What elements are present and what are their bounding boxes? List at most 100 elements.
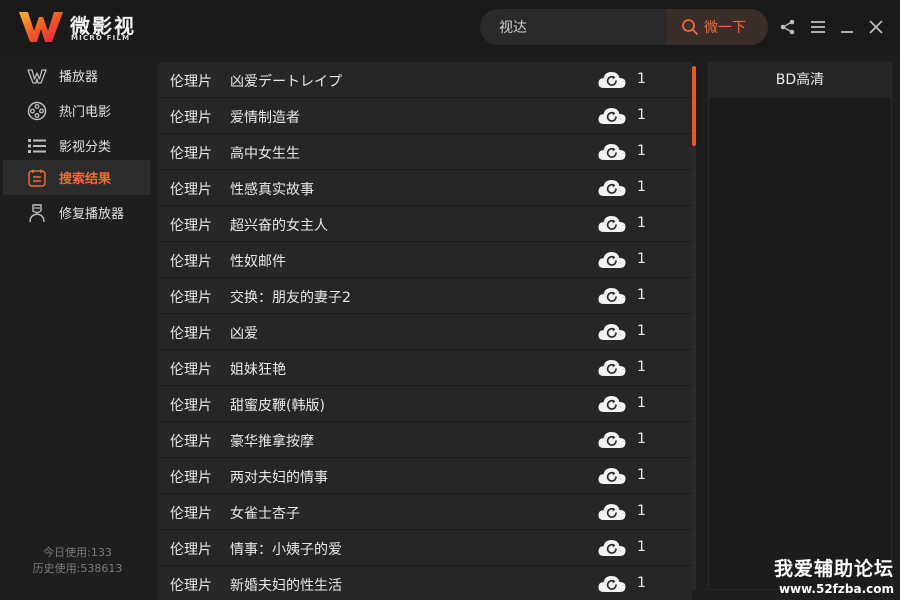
result-row[interactable]: 伦理片 超兴奋的女主人 1: [158, 206, 692, 242]
cloud-refresh-icon[interactable]: [597, 286, 627, 306]
sidebar-item-categories[interactable]: 影视分类: [3, 128, 150, 163]
result-row[interactable]: 伦理片 性感真实故事 1: [158, 170, 692, 206]
usage-today: 今日使用:133: [43, 546, 112, 559]
result-row[interactable]: 伦理片 新婚夫妇的性生活 1: [158, 566, 692, 600]
title-bar: 微影视 MICRO FILM 微一下: [0, 0, 900, 55]
cloud-refresh-icon[interactable]: [597, 250, 627, 270]
cloud-refresh-icon[interactable]: [597, 142, 627, 162]
result-title: 性奴邮件: [230, 254, 286, 270]
result-row[interactable]: 伦理片 甜蜜皮鞭(韩版) 1: [158, 386, 692, 422]
result-row[interactable]: 伦理片 情事：小姨子的爱 1: [158, 530, 692, 566]
result-category: 伦理片: [170, 290, 212, 306]
sidebar-item-label: 播放器: [59, 70, 99, 85]
quality-option-bd[interactable]: BD高清: [709, 63, 891, 98]
list-icon: [26, 135, 48, 157]
result-category: 伦理片: [170, 254, 212, 270]
result-title: 情事：小姨子的爱: [230, 542, 342, 558]
result-row[interactable]: 伦理片 两对夫妇的情事 1: [158, 458, 692, 494]
result-title: 爱情制造者: [230, 110, 300, 126]
result-title: 凶爱: [230, 326, 258, 342]
result-count: 1: [637, 179, 646, 195]
result-title: 交换：朋友的妻子2: [230, 290, 351, 306]
app-logo-icon: [19, 12, 63, 42]
result-count: 1: [637, 71, 646, 87]
search-button-label: 微一下: [704, 20, 746, 36]
result-row[interactable]: 伦理片 交换：朋友的妻子2 1: [158, 278, 692, 314]
result-title: 高中女生生: [230, 146, 300, 162]
results-scrollbar[interactable]: [692, 66, 696, 590]
sidebar-item-label: 影视分类: [59, 140, 112, 155]
result-title: 性感真实故事: [230, 182, 314, 198]
result-title: 豪华推拿按摩: [230, 434, 314, 450]
cloud-refresh-icon[interactable]: [597, 574, 627, 594]
results-list: 伦理片 凶爱デートレイプ 1 伦理片 爱情制造者 1 伦理片 高中女生生 1 伦理片 性感真实故事 1…: [158, 62, 692, 600]
w-logo-icon: [26, 65, 48, 87]
cloud-refresh-icon[interactable]: [597, 538, 627, 558]
result-category: 伦理片: [170, 110, 212, 126]
result-category: 伦理片: [170, 470, 212, 486]
cloud-refresh-icon[interactable]: [597, 70, 627, 90]
sidebar-item-hot-movies[interactable]: 热门电影: [3, 93, 150, 128]
share-button[interactable]: [778, 17, 798, 37]
result-category: 伦理片: [170, 326, 212, 342]
result-row[interactable]: 伦理片 性奴邮件 1: [158, 242, 692, 278]
result-title: 新婚夫妇的性生活: [230, 578, 342, 594]
result-row[interactable]: 伦理片 爱情制造者 1: [158, 98, 692, 134]
result-title: 甜蜜皮鞭(韩版): [230, 398, 325, 414]
cloud-refresh-icon[interactable]: [597, 178, 627, 198]
result-category: 伦理片: [170, 398, 212, 414]
search-box: 微一下: [480, 9, 768, 45]
result-count: 1: [637, 215, 646, 231]
search-results-icon: [26, 167, 48, 189]
result-title: 凶爱デートレイプ: [230, 74, 342, 90]
minimize-icon: [841, 31, 853, 33]
sidebar-item-repair-player[interactable]: 修复播放器: [3, 195, 150, 230]
sidebar-item-label: 搜索结果: [59, 172, 112, 187]
result-row[interactable]: 伦理片 高中女生生 1: [158, 134, 692, 170]
repair-icon: [26, 202, 48, 224]
quality-panel: BD高清: [708, 62, 892, 590]
sidebar-item-player[interactable]: 播放器: [3, 58, 150, 93]
app-subtitle: MICRO FILM: [71, 34, 131, 42]
sidebar: 播放器 热门电影 影视分类 搜索结果 修复播放器 今日使用:133 历史使用:5…: [0, 55, 155, 600]
result-row[interactable]: 伦理片 凶爱 1: [158, 314, 692, 350]
watermark: 我爱辅助论坛 www.52fzba.com: [774, 554, 894, 596]
result-title: 女雀士杏子: [230, 506, 300, 522]
minimize-button[interactable]: [837, 17, 857, 37]
result-row[interactable]: 伦理片 女雀士杏子 1: [158, 494, 692, 530]
result-category: 伦理片: [170, 146, 212, 162]
result-category: 伦理片: [170, 434, 212, 450]
close-icon: [869, 20, 883, 34]
result-count: 1: [637, 395, 646, 411]
cloud-refresh-icon[interactable]: [597, 214, 627, 234]
result-count: 1: [637, 503, 646, 519]
result-count: 1: [637, 359, 646, 375]
cloud-refresh-icon[interactable]: [597, 466, 627, 486]
result-row[interactable]: 伦理片 凶爱デートレイプ 1: [158, 62, 692, 98]
result-row[interactable]: 伦理片 姐妹狂艳 1: [158, 350, 692, 386]
search-button[interactable]: 微一下: [667, 9, 768, 45]
menu-button[interactable]: [808, 17, 828, 37]
result-category: 伦理片: [170, 578, 212, 594]
result-row[interactable]: 伦理片 豪华推拿按摩 1: [158, 422, 692, 458]
cloud-refresh-icon[interactable]: [597, 394, 627, 414]
film-reel-icon: [26, 100, 48, 122]
cloud-refresh-icon[interactable]: [597, 502, 627, 522]
search-input[interactable]: [480, 9, 666, 45]
usage-history: 历史使用:538613: [32, 562, 123, 575]
cloud-refresh-icon[interactable]: [597, 430, 627, 450]
result-count: 1: [637, 287, 646, 303]
cloud-refresh-icon[interactable]: [597, 106, 627, 126]
result-count: 1: [637, 143, 646, 159]
sidebar-item-search-results[interactable]: 搜索结果: [3, 160, 150, 195]
cloud-refresh-icon[interactable]: [597, 358, 627, 378]
result-title: 两对夫妇的情事: [230, 470, 328, 486]
result-count: 1: [637, 467, 646, 483]
result-category: 伦理片: [170, 182, 212, 198]
result-category: 伦理片: [170, 74, 212, 90]
result-category: 伦理片: [170, 362, 212, 378]
close-button[interactable]: [866, 17, 886, 37]
cloud-refresh-icon[interactable]: [597, 322, 627, 342]
sidebar-item-label: 热门电影: [59, 105, 112, 120]
scrollbar-thumb[interactable]: [692, 66, 696, 146]
